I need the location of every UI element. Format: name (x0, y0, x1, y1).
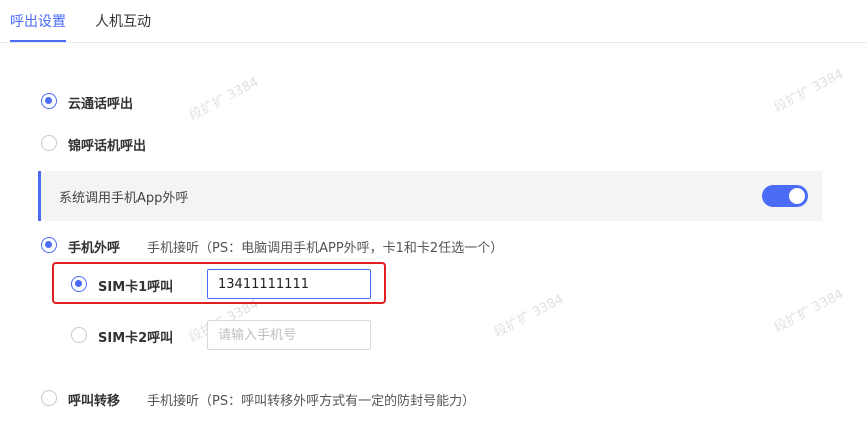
active-tab-indicator (10, 40, 66, 42)
jin-phone-label[interactable]: 锦呼话机呼出 (68, 135, 146, 154)
tab-human-machine-interaction[interactable]: 人机互动 (95, 11, 151, 31)
sim1-radio[interactable] (71, 276, 87, 292)
sim2-phone-input[interactable] (207, 320, 371, 350)
mobile-call-label[interactable]: 手机外呼 (68, 237, 120, 256)
app-call-banner: 系统调用手机App外呼 (38, 171, 822, 221)
sim1-phone-input[interactable] (207, 269, 371, 299)
mobile-call-desc: 手机接听（PS：电脑调用手机APP外呼，卡1和卡2任选一个） (147, 241, 504, 256)
tab-outbound-settings[interactable]: 呼出设置 (10, 11, 66, 31)
watermark: 段扩扩 3384 (186, 74, 262, 124)
watermark: 段扩扩 3384 (491, 291, 567, 341)
cloud-call-radio[interactable] (41, 93, 57, 109)
tab-bar: 呼出设置 人机互动 (0, 0, 866, 43)
call-transfer-radio[interactable] (41, 390, 57, 406)
watermark: 段扩扩 3384 (771, 66, 847, 116)
sim2-label[interactable]: SIM卡2呼叫 (98, 327, 173, 346)
sim1-label[interactable]: SIM卡1呼叫 (98, 276, 173, 295)
cloud-call-label[interactable]: 云通话呼出 (68, 93, 133, 112)
app-call-banner-text: 系统调用手机App外呼 (59, 191, 189, 206)
call-transfer-label[interactable]: 呼叫转移 (68, 390, 120, 409)
mobile-call-radio[interactable] (41, 237, 57, 253)
app-call-toggle[interactable] (762, 185, 808, 207)
sim2-radio[interactable] (71, 327, 87, 343)
jin-phone-radio[interactable] (41, 135, 57, 151)
call-transfer-desc: 手机接听（PS：呼叫转移外呼方式有一定的防封号能力） (147, 394, 476, 409)
toggle-knob (789, 188, 805, 204)
watermark: 段扩扩 3384 (771, 286, 847, 336)
